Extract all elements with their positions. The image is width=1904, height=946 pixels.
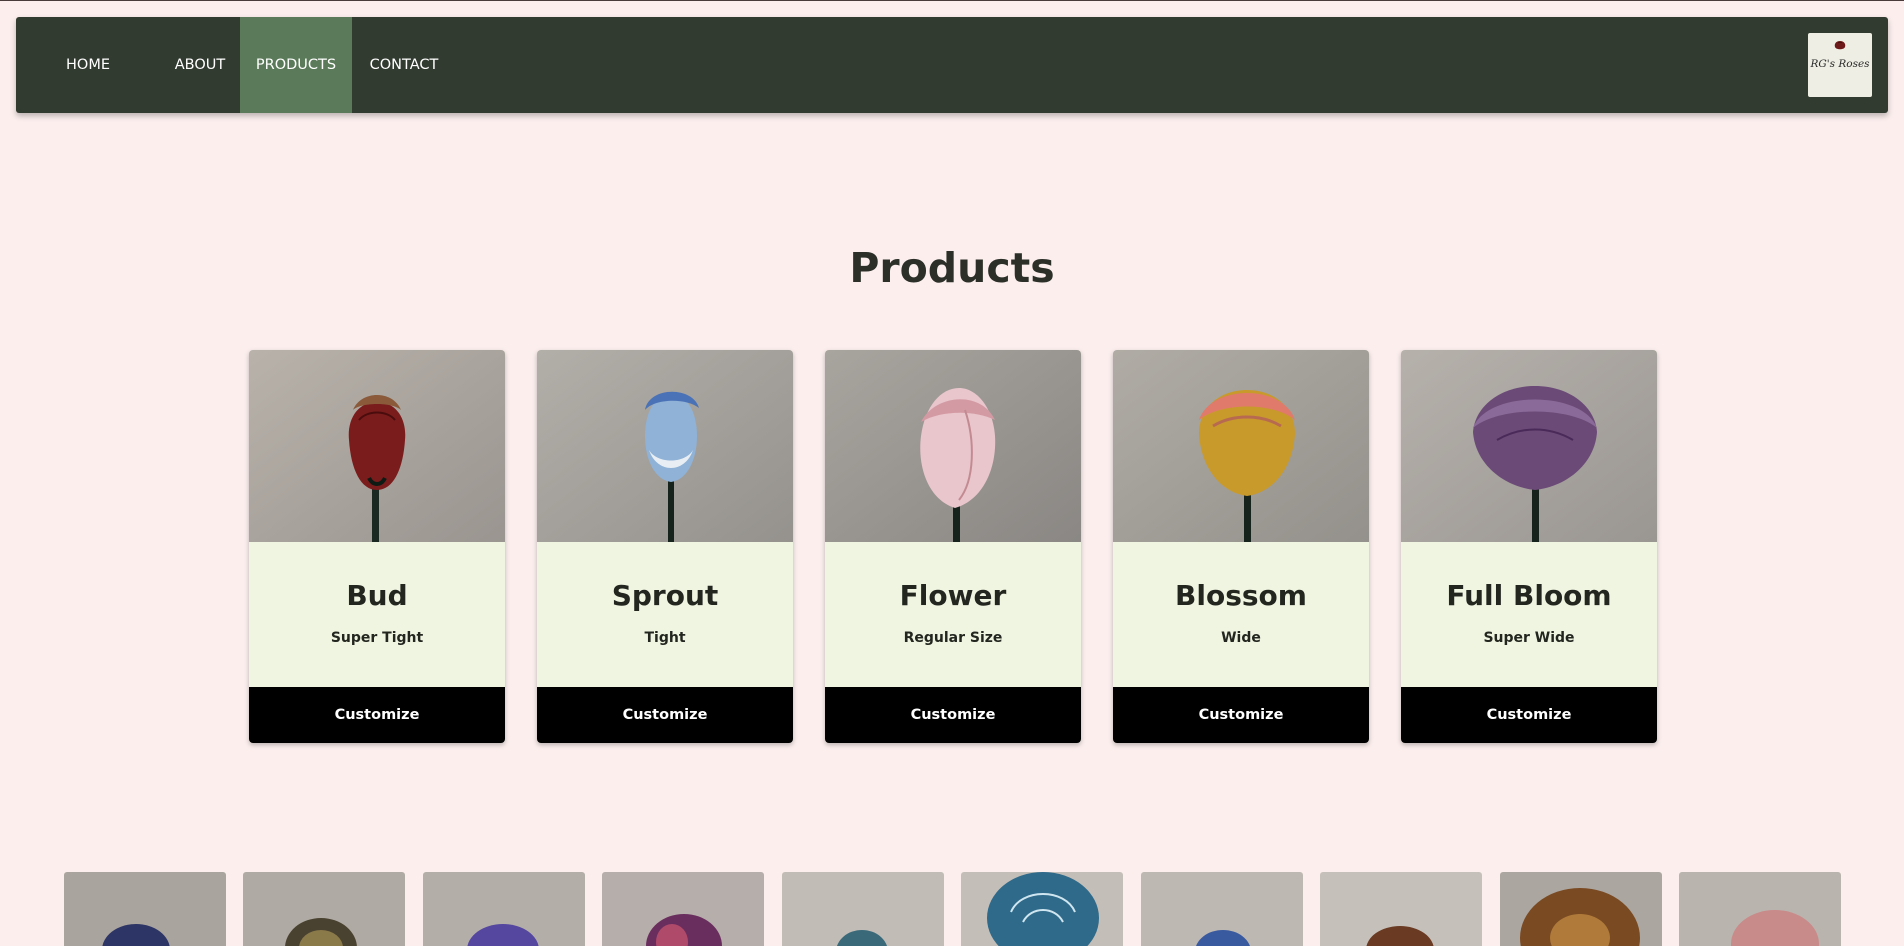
product-name: Full Bloom	[1446, 579, 1612, 612]
magenta-rose-image-icon	[602, 872, 764, 946]
blue-rose-image-icon	[537, 350, 793, 542]
page-title: Products	[849, 244, 1055, 292]
product-subtitle: Regular Size	[903, 630, 1003, 646]
logo[interactable]: RG's Roses	[1808, 33, 1872, 97]
product-body: Sprout Tight	[537, 542, 793, 687]
product-card-flower: Flower Regular Size Customize	[825, 350, 1081, 743]
product-name: Sprout	[611, 579, 719, 612]
logo-text: RG's Roses	[1810, 58, 1870, 70]
product-name: Bud	[346, 579, 408, 612]
gallery-item[interactable]	[1141, 872, 1303, 946]
purple-rose-image-icon	[1401, 350, 1657, 542]
gallery-item[interactable]	[423, 872, 585, 946]
product-card-sprout: Sprout Tight Customize	[537, 350, 793, 743]
gallery-item[interactable]	[64, 872, 226, 946]
nav-contact[interactable]: CONTACT	[352, 17, 456, 113]
product-body: Flower Regular Size	[825, 542, 1081, 687]
product-subtitle: Tight	[644, 630, 686, 646]
pink-rose-image-icon	[1679, 872, 1841, 946]
navy-rose-image-icon	[64, 872, 226, 946]
product-image-blossom	[1113, 350, 1369, 542]
customize-button[interactable]: Customize	[825, 687, 1081, 743]
product-image-flower	[825, 350, 1081, 542]
bronze-rose-image-icon	[1500, 872, 1662, 946]
red-rose-image-icon	[249, 350, 505, 542]
product-body: Full Bloom Super Wide	[1401, 542, 1657, 687]
product-name: Flower	[899, 579, 1007, 612]
gallery-item[interactable]	[782, 872, 944, 946]
product-card-bud: Bud Super Tight Customize	[249, 350, 505, 743]
gold-rose-image-icon	[243, 872, 405, 946]
pink-rose-image-icon	[825, 350, 1081, 542]
product-image-full-bloom	[1401, 350, 1657, 542]
product-body: Bud Super Tight	[249, 542, 505, 687]
gallery-item[interactable]	[1500, 872, 1662, 946]
customize-button[interactable]: Customize	[249, 687, 505, 743]
gallery-item[interactable]	[243, 872, 405, 946]
product-body: Blossom Wide	[1113, 542, 1369, 687]
product-image-bud	[249, 350, 505, 542]
customize-button[interactable]: Customize	[1113, 687, 1369, 743]
customize-button[interactable]: Customize	[537, 687, 793, 743]
gold-rose-image-icon	[1113, 350, 1369, 542]
gallery-item[interactable]	[961, 872, 1123, 946]
product-subtitle: Super Tight	[330, 630, 424, 646]
copper-rose-image-icon	[1320, 872, 1482, 946]
nav-products[interactable]: PRODUCTS	[240, 17, 352, 113]
customize-button[interactable]: Customize	[1401, 687, 1657, 743]
product-image-sprout	[537, 350, 793, 542]
gallery-item[interactable]	[1320, 872, 1482, 946]
product-subtitle: Super Wide	[1483, 630, 1575, 646]
cobalt-rose-image-icon	[1141, 872, 1303, 946]
gallery-item[interactable]	[1679, 872, 1841, 946]
top-border	[0, 0, 1904, 1]
product-subtitle: Wide	[1221, 630, 1261, 646]
product-card-blossom: Blossom Wide Customize	[1113, 350, 1369, 743]
violet-rose-image-icon	[423, 872, 585, 946]
product-card-full-bloom: Full Bloom Super Wide Customize	[1401, 350, 1657, 743]
nav-home[interactable]: HOME	[32, 17, 144, 113]
main-navbar: HOME ABOUT PRODUCTS CONTACT RG's Roses	[16, 17, 1888, 113]
gallery-item[interactable]	[602, 872, 764, 946]
blue-rose-image-icon	[961, 872, 1123, 946]
teal-rose-image-icon	[782, 872, 944, 946]
product-name: Blossom	[1175, 579, 1307, 612]
